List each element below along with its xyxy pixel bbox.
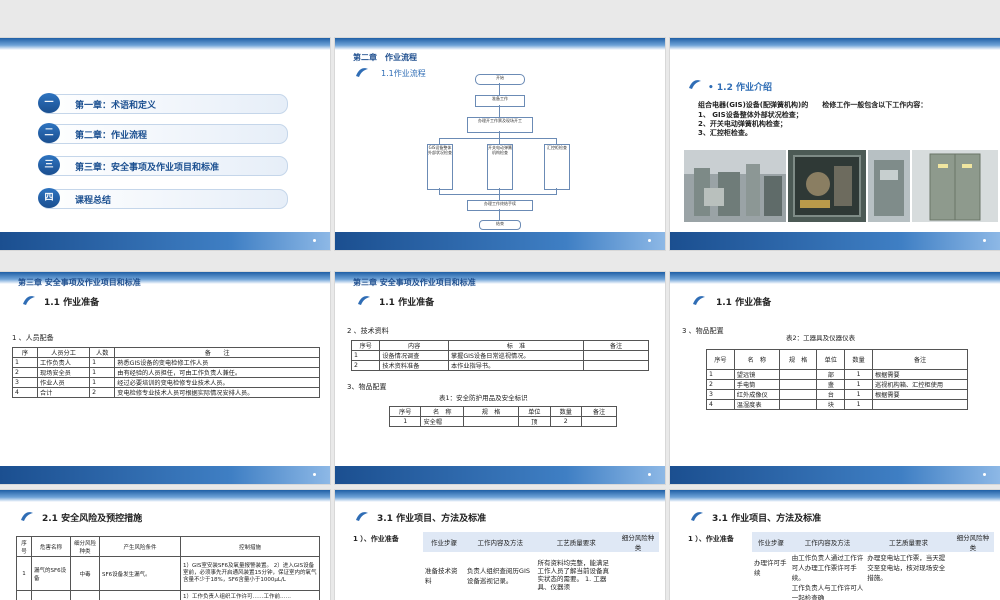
spring-mechanism-photo — [788, 150, 866, 222]
logo-icon — [21, 512, 33, 521]
flow-permit: 办理开工作票及现场开工 — [467, 117, 533, 133]
table-row: 2 手电筒盏 1 巡视机构箱、汇控柜使用 — [706, 379, 968, 390]
gis-equipment-photo-1 — [684, 150, 786, 222]
step-label: 1 ）、作业准备 — [353, 535, 399, 543]
toc-number: 四 — [38, 188, 60, 208]
table-row: 1 工作负责人 1 熟悉GIS设备的变电检修工作人员 — [12, 357, 320, 368]
toc-item-3: 三 第三章：安全事项及作业项目和标准 — [38, 155, 288, 176]
toc-item-1: 一 第一章：术语和定义 — [38, 93, 288, 114]
slide-footer-bar — [335, 466, 665, 484]
table-row: 1）工作负责人组织工作许可……工作前…… — [16, 590, 320, 600]
flow-branch-2: 开关电动弹簧机构检查 — [487, 144, 513, 190]
slide-header-bar — [0, 38, 330, 50]
slide-header-bar — [0, 490, 330, 502]
section-title: 1.1 作业准备 — [716, 298, 772, 308]
table-row: 办理许可手续 由工作负责人通过工作许可人办理工作票许可手续。 办理变电站工作票，当天… — [754, 554, 946, 582]
toc-label: 第一章：术语和定义 — [75, 101, 157, 111]
table-caption: 表2：工器具及仪器仪表 — [786, 334, 856, 342]
flow-end: 结束 — [479, 220, 521, 230]
slide-thumbnail-6[interactable]: 1.1 作业准备 3 、物品配置 表2：工器具及仪器仪表 序号名 称规 格单位数… — [670, 272, 1000, 484]
tools-table: 序号名 称规 格单位 数量 备注 1 望远镜部 1 根据需要 2 手电筒盏 1 巡视机构箱、汇控… — [706, 349, 968, 410]
step-label: 1 ）、作业准备 — [688, 535, 734, 543]
section-title: 1.1作业流程 — [381, 69, 426, 78]
table-row: 3 红外成像仪台 1 根据需要 — [706, 389, 968, 400]
slide-thumbnail-3[interactable]: • 1.2 作业介绍 组合电器(GIS)设备(配弹簧机构)的 检修工作一般包含以… — [670, 38, 1000, 250]
subtitle-2: 3、物品配置 — [347, 383, 387, 391]
slide-thumbnail-7[interactable]: 2.1 安全风险及预控措施 序号 危害名称 细分风险种类 产生风险条件 控制措施 1 漏气… — [0, 490, 330, 600]
chapter-title: 第三章 安全事项及作业项目和标准 — [353, 278, 476, 287]
flow-branch-3: 汇控柜检查 — [544, 144, 570, 190]
slide-header-bar — [670, 38, 1000, 50]
table-row: 1 安全帽顶 2 — [388, 416, 617, 427]
logo-icon — [691, 512, 703, 521]
slide-header-bar — [335, 490, 665, 502]
work-items-table: 作业步骤 工作内容及方法 工艺质量要求 细分风险种类 准备技术资料 负责人组织查阅历GI… — [423, 532, 659, 598]
section-title: 3.1 作业项目、方法及标准 — [712, 514, 822, 524]
risk-table: 序号 危害名称 细分风险种类 产生风险条件 控制措施 1 漏气的SF6设备 中毒 SF6设备发… — [16, 536, 320, 600]
table-row: 3 作业人员 1 经过必要培训的变电检修专业技术人员。 — [12, 377, 320, 388]
slide-footer-bar — [0, 232, 330, 250]
subtitle: 3 、物品配置 — [682, 327, 724, 335]
control-cabinet-photo — [912, 150, 998, 222]
work-items-table: 作业步骤 工作内容及方法 工艺质量要求 细分风险种类 办理许可手续 由工作负责人通过工作… — [752, 532, 994, 600]
gis-equipment-photo-2 — [868, 150, 910, 222]
intro-item-3: 3、汇控柜检查。 — [698, 129, 752, 137]
logo-icon — [356, 512, 368, 521]
flow-branch-1: GIS设备整体外部状况检查 — [427, 144, 453, 190]
toc-label: 课程总结 — [75, 196, 112, 206]
chapter-title: 第三章 安全事项及作业项目和标准 — [18, 278, 141, 287]
slide-header-bar — [670, 272, 1000, 284]
logo-icon — [358, 296, 370, 305]
toc-number: 三 — [38, 155, 60, 175]
slide-header-bar — [335, 38, 665, 50]
slide-header-bar — [670, 490, 1000, 502]
section-title: • 1.2 作业介绍 — [708, 83, 772, 93]
table-row: 2 技术资料准备 本作业指导书。 — [350, 360, 649, 371]
slide-thumbnail-8[interactable]: 3.1 作业项目、方法及标准 1 ）、作业准备 作业步骤 工作内容及方法 工艺质量要… — [335, 490, 665, 600]
slide-thumbnail-9[interactable]: 3.1 作业项目、方法及标准 1 ）、作业准备 作业步骤 工作内容及方法 工艺质量要… — [670, 490, 1000, 600]
table-caption: 表1：安全防护用品及安全标识 — [439, 394, 528, 402]
toc-label: 第二章：作业流程 — [75, 131, 148, 141]
slide-footer-bar — [670, 466, 1000, 484]
personnel-table: 序人员分工 人数备 注 1 工作负责人 1 熟悉GIS设备的变电检修工作人员 2 现场安全… — [12, 347, 320, 398]
slide-thumbnail-1[interactable]: 一 第一章：术语和定义 二 第二章：作业流程 三 第三章：安全事项及作业项目和标… — [0, 38, 330, 250]
slide-thumbnail-4[interactable]: 第三章 安全事项及作业项目和标准 1.1 作业准备 1 、人员配备 序人员分工人… — [0, 272, 330, 484]
toc-number: 一 — [38, 93, 60, 113]
logo-icon — [693, 296, 705, 305]
flow-end-work: 办理工作终结手续 — [467, 200, 533, 211]
tech-docs-table: 序号 内容标 准备注 1 设备情况调查 掌握GIS设备日常巡视情况。 2 技术资料准备本… — [350, 340, 649, 371]
toc-number: 二 — [38, 123, 60, 143]
table-row: 1 设备情况调查 掌握GIS设备日常巡视情况。 — [350, 350, 649, 361]
intro-text: 组合电器(GIS)设备(配弹簧机构)的 检修工作一般包含以下工作内容： — [698, 101, 928, 109]
table-row: 4 合计 2 变电检修专业技术人员可根据实际情况安排人员。 — [12, 387, 320, 398]
chapter-title: 第二章 作业流程 — [353, 53, 417, 62]
safety-items-table: 序号名 称规 格单位 数量 备注 1 安全帽顶 2 — [388, 406, 617, 427]
toc-item-4: 四 课程总结 — [38, 188, 288, 209]
table-row: 工作负责人与工作许可人一起检查确 — [791, 584, 864, 600]
toc-label: 第三章：安全事项及作业项目和标准 — [75, 163, 220, 173]
toc-item-2: 二 第二章：作业流程 — [38, 123, 288, 144]
table-row: 1 望远镜部 1 根据需要 — [706, 369, 968, 380]
table-row: 4 温湿度表块 1 — [706, 399, 968, 410]
subtitle: 2 、技术资料 — [347, 327, 389, 335]
subtitle: 1 、人员配备 — [12, 334, 54, 342]
logo-icon — [689, 80, 701, 89]
table-row: 2 现场安全员 1 由有经验的人员担任，可由工作负责人兼任。 — [12, 367, 320, 378]
table-row: 1 漏气的SF6设备 中毒 SF6设备发生漏气。 1）GIS室安装SF6及氧量报警装置。… — [16, 556, 320, 591]
slide-thumbnail-5[interactable]: 第三章 安全事项及作业项目和标准 1.1 作业准备 2 、技术资料 序号 内容标 … — [335, 272, 665, 484]
section-title: 1.1 作业准备 — [379, 298, 435, 308]
section-title: 1.1 作业准备 — [44, 298, 100, 308]
logo-icon — [356, 68, 368, 77]
flow-prep: 准备工作 — [475, 95, 525, 107]
table-row: 准备技术资料 负责人组织查阅历GIS设备巡视记录。 所有资料均完整，能满足工作人员了… — [425, 559, 609, 591]
slide-thumbnail-2[interactable]: 第二章 作业流程 1.1作业流程 开始 准备工作 办理开工作票及现场开工 GIS… — [335, 38, 665, 250]
section-title: 3.1 作业项目、方法及标准 — [377, 514, 487, 524]
slide-footer-bar — [335, 232, 665, 250]
flow-start: 开始 — [475, 74, 525, 85]
slide-footer-bar — [0, 466, 330, 484]
slide-footer-bar — [670, 232, 1000, 250]
section-title: 2.1 安全风险及预控措施 — [42, 514, 143, 524]
logo-icon — [23, 296, 35, 305]
